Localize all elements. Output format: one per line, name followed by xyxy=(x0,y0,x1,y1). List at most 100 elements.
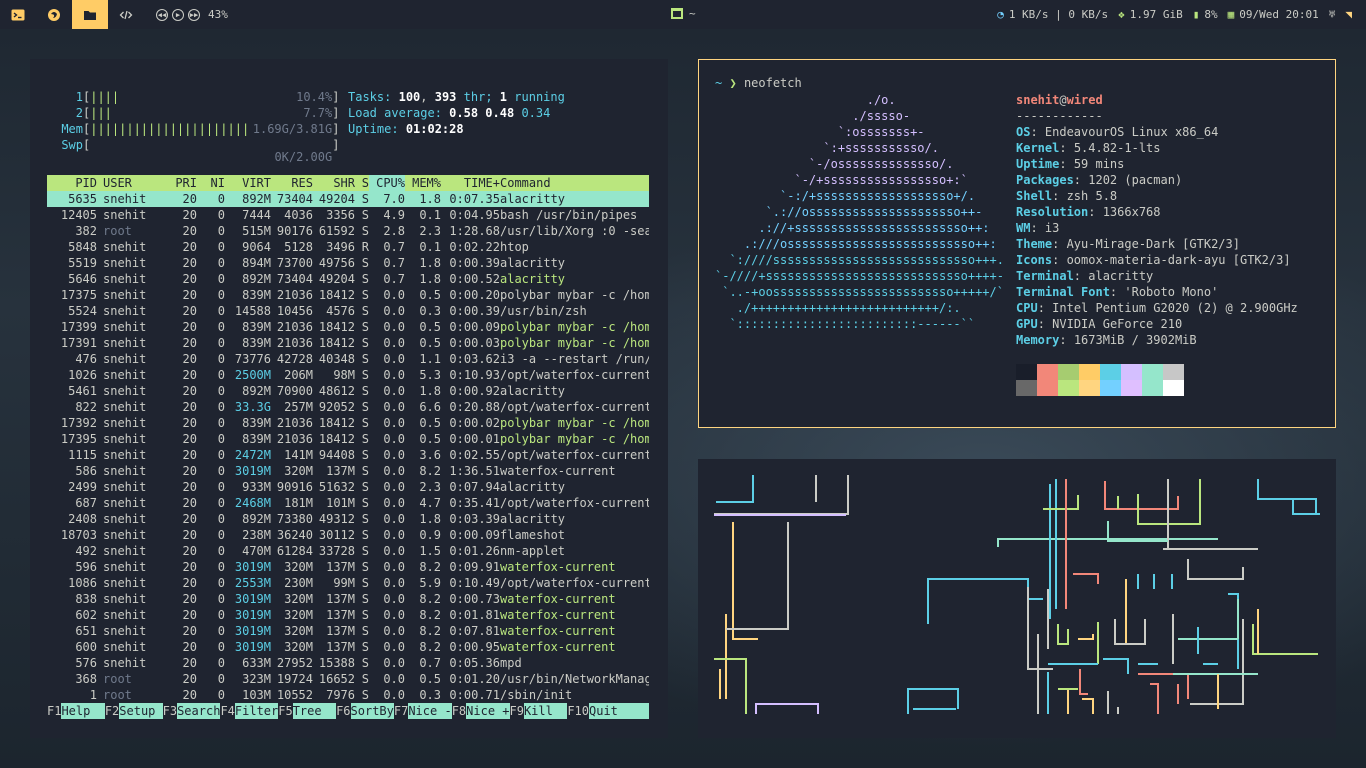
col-ni[interactable]: NI xyxy=(197,175,225,191)
info-key: Memory xyxy=(1016,333,1060,347)
battery-module[interactable]: ▮ 8% xyxy=(1193,8,1218,21)
col-cpu[interactable]: CPU% xyxy=(369,175,405,191)
process-row[interactable]: 2499 snehit 20 0 933M 90916 51632 S 0.0 2.3 0:07.9… xyxy=(47,479,649,495)
workspace-files[interactable] xyxy=(72,0,108,29)
date-module[interactable]: ▦ 09/Wed 20:01 xyxy=(1228,8,1319,21)
process-row[interactable]: 17391 snehit 20 0 839M 21036 18412 S 0.0 0.5 0:00.… xyxy=(47,335,649,351)
volume-level[interactable]: 43% xyxy=(208,8,228,21)
col-user[interactable]: USER xyxy=(97,175,161,191)
process-row[interactable]: 17399 snehit 20 0 839M 21036 18412 S 0.0 0.5 0:00.… xyxy=(47,319,649,335)
col-mem[interactable]: MEM% xyxy=(405,175,441,191)
process-res: 90176 xyxy=(276,224,313,238)
process-row[interactable]: 5461 snehit 20 0 892M 70900 48612 S 0.0 1.8 0:00.9… xyxy=(47,383,649,399)
col-res[interactable]: RES xyxy=(271,175,313,191)
process-row[interactable]: 576 snehit 20 0 633M 27952 15388 S 0.0 0.7 0:05.36… xyxy=(47,655,649,671)
memory-module[interactable]: ❖ 1.97 GiB xyxy=(1118,8,1183,21)
process-table[interactable]: PID USER PRI NI VIRT RES SHR S CPU% MEM%… xyxy=(47,175,649,703)
process-time: 0:02.55 xyxy=(449,448,500,462)
workspace-terminal[interactable] xyxy=(0,0,36,29)
process-mem: 0.3 xyxy=(419,304,441,318)
fkey-label[interactable]: Quit xyxy=(589,703,649,719)
fkey-label[interactable]: Nice - xyxy=(408,703,452,719)
fkey-label[interactable]: Kill xyxy=(523,703,568,719)
process-row[interactable]: 838 snehit 20 0 3019M 320M 137M S 0.0 8.2 0:00.73 w… xyxy=(47,591,649,607)
palette-swatch xyxy=(1037,364,1058,380)
pipes-terminal[interactable] xyxy=(698,459,1336,738)
process-command: alacritty xyxy=(500,480,566,494)
process-shr: 40348 xyxy=(318,352,355,366)
process-time: 0:00.73 xyxy=(449,592,500,606)
fkey-label[interactable]: Setup xyxy=(119,703,163,719)
col-state[interactable]: S xyxy=(355,175,369,191)
ascii-line: `-/+sssssssssssssssso+:` xyxy=(715,173,968,187)
fkey-label[interactable]: Tree xyxy=(292,703,337,719)
htop-terminal[interactable]: 1[|||| 10.4%] 2[||| 7.7%] Mem[||||||||||||… xyxy=(30,59,668,738)
process-pid: 586 xyxy=(75,464,97,478)
col-time[interactable]: TIME+ xyxy=(441,175,500,191)
process-row[interactable]: 586 snehit 20 0 3019M 320M 137M S 0.0 8.2 1:36.51 w… xyxy=(47,463,649,479)
process-command: mpd xyxy=(500,656,522,670)
process-pid: 651 xyxy=(75,624,97,638)
pipe-segment xyxy=(1043,495,1119,510)
fkey-label[interactable]: Search xyxy=(177,703,221,719)
info-key: Packages xyxy=(1016,173,1074,187)
process-row[interactable]: 596 snehit 20 0 3019M 320M 137M S 0.0 8.2 0:09.91 w… xyxy=(47,559,649,575)
fkey-label[interactable]: SortBy xyxy=(350,703,394,719)
fkey-label[interactable]: Help xyxy=(61,703,105,719)
process-row[interactable]: 382 root 20 0 515M 90176 61592 S 2.8 2.3 1:28.68/u… xyxy=(47,223,649,239)
process-pid: 596 xyxy=(75,560,97,574)
process-row[interactable]: 600 snehit 20 0 3019M 320M 137M S 0.0 8.2 0:00.95 w… xyxy=(47,639,649,655)
process-pid: 600 xyxy=(75,640,97,654)
process-row[interactable]: 2408 snehit 20 0 892M 73380 49312 S 0.0 1.8 0:03.3… xyxy=(47,511,649,527)
neofetch-terminal[interactable]: ~ ❯ neofetch ./o. ./sssso- `:osssssss+- … xyxy=(698,59,1336,428)
workspace-code[interactable] xyxy=(108,0,144,29)
previous-icon[interactable]: ◀◀ xyxy=(156,8,168,21)
ascii-line: `..-+oosssssssssssssssssssssssso+++++/` xyxy=(715,285,1004,299)
process-row[interactable]: 17375 snehit 20 0 839M 21036 18412 S 0.0 0.5 0:00.… xyxy=(47,287,649,303)
col-shr[interactable]: SHR xyxy=(313,175,355,191)
process-row[interactable]: 1115 snehit 20 0 2472M 141M 94408 S 0.0 3.6 0:02.5… xyxy=(47,447,649,463)
fkey-label[interactable]: Filter xyxy=(234,703,279,719)
process-row[interactable]: 18703 snehit 20 0 238M 36240 30112 S 0.0 0.9 0:00.… xyxy=(47,527,649,543)
next-icon[interactable]: ▶▶ xyxy=(188,8,200,21)
process-row[interactable]: 5635 snehit 20 0 892M 73404 49204 S 7.0 1.8 0:07.3… xyxy=(47,191,649,207)
col-command[interactable]: Command xyxy=(500,175,649,191)
play-icon[interactable]: ▶ xyxy=(172,8,184,21)
info-value: 1366x768 xyxy=(1102,205,1161,219)
process-row[interactable]: 492 snehit 20 0 470M 61284 33728 S 0.0 1.5 0:01.26… xyxy=(47,543,649,559)
process-mem: 1.8 xyxy=(419,384,441,398)
wifi-module[interactable]: ◥ xyxy=(1345,8,1352,21)
col-pri[interactable]: PRI xyxy=(161,175,197,191)
process-ni: 0 xyxy=(217,592,225,606)
process-ni: 0 xyxy=(217,560,225,574)
info-row: OS: EndeavourOS Linux x86_64 xyxy=(1016,125,1219,139)
process-row[interactable]: 5848 snehit 20 0 9064 5128 3496 R 0.7 0.1 0:02.22 h… xyxy=(47,239,649,255)
workspace-browser[interactable] xyxy=(36,0,72,29)
process-row[interactable]: 822 snehit 20 0 33.3G 257M 92052 S 0.0 6.6 0:20.88… xyxy=(47,399,649,415)
process-mem: 8.2 xyxy=(419,624,441,638)
launcher-module[interactable]: ♅ xyxy=(1329,8,1336,21)
process-row[interactable]: 1 root 20 0 103M 10552 7976 S 0.0 0.3 0:00.71/sbin… xyxy=(47,687,649,703)
process-row[interactable]: 5519 snehit 20 0 894M 73700 49756 S 0.7 1.8 0:00.3… xyxy=(47,255,649,271)
process-res: 320M xyxy=(284,640,313,654)
col-virt[interactable]: VIRT xyxy=(225,175,271,191)
process-row[interactable]: 1026 snehit 20 0 2500M 206M 98M S 0.0 5.3 0:10.93/… xyxy=(47,367,649,383)
network-module[interactable]: ◔ 1 KB/s | 0 KB/s xyxy=(997,8,1108,21)
process-res: 181M xyxy=(284,496,313,510)
fkey-label[interactable]: Nice + xyxy=(466,703,510,719)
process-row[interactable]: 12405 snehit 20 0 7444 4036 3356 S 4.9 0.1 0:04.95… xyxy=(47,207,649,223)
process-row[interactable]: 687 snehit 20 0 2468M 181M 101M S 0.0 4.7 0:35.41/… xyxy=(47,495,649,511)
process-pid: 5524 xyxy=(68,304,97,318)
process-row[interactable]: 602 snehit 20 0 3019M 320M 137M S 0.0 8.2 0:01.81 w… xyxy=(47,607,649,623)
process-table-header: PID USER PRI NI VIRT RES SHR S CPU% MEM%… xyxy=(47,175,649,191)
process-row[interactable]: 5524 snehit 20 0 14588 10456 4576 S 0.0 0.3 0:00.3… xyxy=(47,303,649,319)
process-row[interactable]: 1086 snehit 20 0 2553M 230M 99M S 0.0 5.9 0:10.49/… xyxy=(47,575,649,591)
process-row[interactable]: 17395 snehit 20 0 839M 21036 18412 S 0.0 0.5 0:00.… xyxy=(47,431,649,447)
col-pid[interactable]: PID xyxy=(47,175,97,191)
process-row[interactable]: 651 snehit 20 0 3019M 320M 137M S 0.0 8.2 0:07.81 w… xyxy=(47,623,649,639)
process-row[interactable]: 476 snehit 20 0 73776 42728 40348 S 0.0 1.1 0:03.6… xyxy=(47,351,649,367)
process-virt: 892M xyxy=(242,272,271,286)
process-row[interactable]: 5646 snehit 20 0 892M 73404 49204 S 0.7 1.8 0:00.5… xyxy=(47,271,649,287)
process-row[interactable]: 368 root 20 0 323M 19724 16652 S 0.0 0.5 0:01.20/u… xyxy=(47,671,649,687)
process-row[interactable]: 17392 snehit 20 0 839M 21036 18412 S 0.0 0.5 0:00.… xyxy=(47,415,649,431)
